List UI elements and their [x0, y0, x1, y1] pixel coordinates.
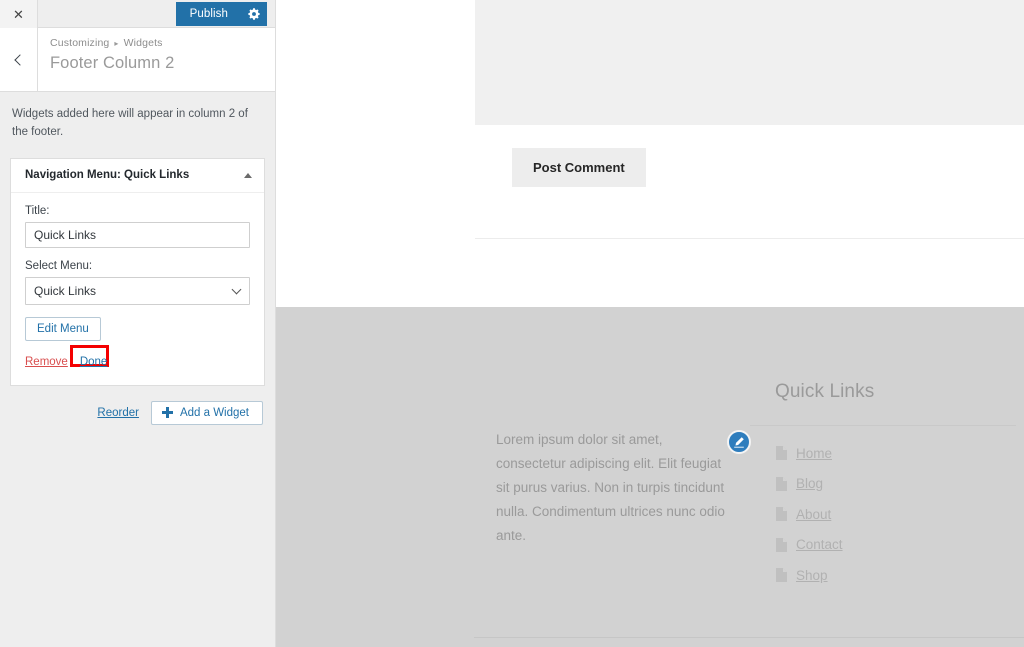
add-widget-button[interactable]: Add a Widget — [150, 400, 263, 425]
publish-settings-button[interactable] — [241, 2, 267, 26]
footer-menu-list: Home Blog About Contact Shop — [750, 438, 1024, 591]
select-menu-field-group: Select Menu: Quick Links — [25, 260, 250, 305]
footer-text-widget-body: Lorem ipsum dolor sit amet, consectetur … — [496, 432, 725, 544]
customizer-top-bar: ✕ Publish — [0, 0, 275, 28]
gear-icon — [248, 8, 260, 20]
panel-title-text: Customizing ▸ Widgets Footer Column 2 — [50, 37, 174, 73]
chevron-left-icon — [14, 54, 26, 66]
comment-form: Post Comment — [475, 0, 1024, 187]
page-icon — [776, 537, 787, 552]
close-icon: ✕ — [13, 6, 24, 22]
footer-column-2: Quick Links Home Blog About Contact Shop — [750, 381, 1024, 591]
pencil-icon — [734, 437, 744, 448]
edit-menu-button[interactable]: Edit Menu — [25, 316, 101, 341]
widget-title-field-group: Title: — [25, 205, 250, 248]
footer-column-1: Lorem ipsum dolor sit amet, consectetur … — [473, 428, 735, 548]
content-divider — [475, 238, 1024, 239]
publish-button[interactable]: Publish — [175, 2, 241, 26]
select-menu-label: Select Menu: — [25, 259, 93, 272]
page-icon — [776, 507, 787, 522]
widget-title-label: Title: — [25, 204, 50, 217]
site-footer: Lorem ipsum dolor sit amet, consectetur … — [276, 307, 1024, 647]
back-button[interactable] — [0, 28, 38, 92]
list-item[interactable]: Home — [775, 438, 1024, 469]
close-customizer-button[interactable]: ✕ — [0, 0, 38, 28]
footer-menu-link[interactable]: About — [796, 507, 831, 522]
customizer-screen: ✕ Publish Customizing ▸ Widgets Footer C… — [0, 0, 1024, 647]
section-description: Widgets added here will appear in column… — [12, 108, 248, 138]
post-comment-button[interactable]: Post Comment — [512, 148, 646, 187]
widget-card-title: Navigation Menu: Quick Links — [25, 169, 190, 182]
done-widget-link[interactable]: Done — [80, 356, 108, 368]
select-menu-dropdown[interactable]: Quick Links — [25, 276, 250, 305]
widget-actions: Remove Done — [25, 344, 250, 371]
panel-title-bar: Customizing ▸ Widgets Footer Column 2 — [0, 28, 275, 92]
breadcrumb-root: Customizing — [50, 37, 110, 49]
widget-card-header[interactable]: Navigation Menu: Quick Links — [11, 159, 264, 193]
breadcrumb: Customizing ▸ Widgets — [50, 37, 174, 49]
footer-menu-link[interactable]: Contact — [796, 537, 843, 552]
page-title: Footer Column 2 — [50, 54, 175, 72]
footer-widget-divider — [750, 425, 1016, 426]
reorder-link[interactable]: Reorder — [97, 407, 139, 419]
breadcrumb-parent: Widgets — [123, 37, 163, 49]
footer-divider — [474, 637, 1024, 638]
page-icon — [776, 476, 787, 491]
widget-title-input[interactable] — [25, 221, 250, 248]
list-item[interactable]: Shop — [775, 560, 1024, 591]
list-item[interactable]: Contact — [775, 530, 1024, 561]
publish-button-group: Publish — [175, 2, 267, 26]
footer-widget-heading: Quick Links — [775, 381, 875, 402]
sidebar-body: Widgets added here will appear in column… — [0, 92, 275, 646]
widget-controls-row: Reorder Add a Widget — [10, 400, 265, 425]
widget-card: Navigation Menu: Quick Links Title: Sele… — [10, 157, 265, 386]
caret-up-icon[interactable] — [244, 172, 252, 178]
footer-menu-link[interactable]: Shop — [796, 568, 828, 583]
comment-textarea[interactable] — [475, 0, 1024, 125]
page-icon — [776, 568, 787, 583]
site-preview-pane: Post Comment Lorem ipsum dolor sit amet,… — [276, 0, 1024, 647]
remove-widget-link[interactable]: Remove — [25, 356, 68, 368]
list-item[interactable]: Blog — [775, 469, 1024, 500]
list-item[interactable]: About — [775, 499, 1024, 530]
add-widget-button-label: Add a Widget — [179, 406, 249, 419]
page-icon — [776, 446, 787, 461]
footer-menu-link[interactable]: Blog — [796, 476, 823, 491]
plus-icon — [161, 407, 173, 419]
footer-menu-link[interactable]: Home — [796, 446, 832, 461]
select-menu-wrapper: Quick Links — [25, 276, 250, 305]
breadcrumb-separator-icon: ▸ — [114, 38, 119, 48]
edit-shortcut-text-widget[interactable] — [727, 430, 751, 454]
customizer-sidebar: ✕ Publish Customizing ▸ Widgets Footer C… — [0, 0, 276, 647]
widget-card-body: Title: Select Menu: Quick Links Edit Men… — [11, 193, 264, 385]
publish-button-label: Publish — [189, 8, 228, 20]
